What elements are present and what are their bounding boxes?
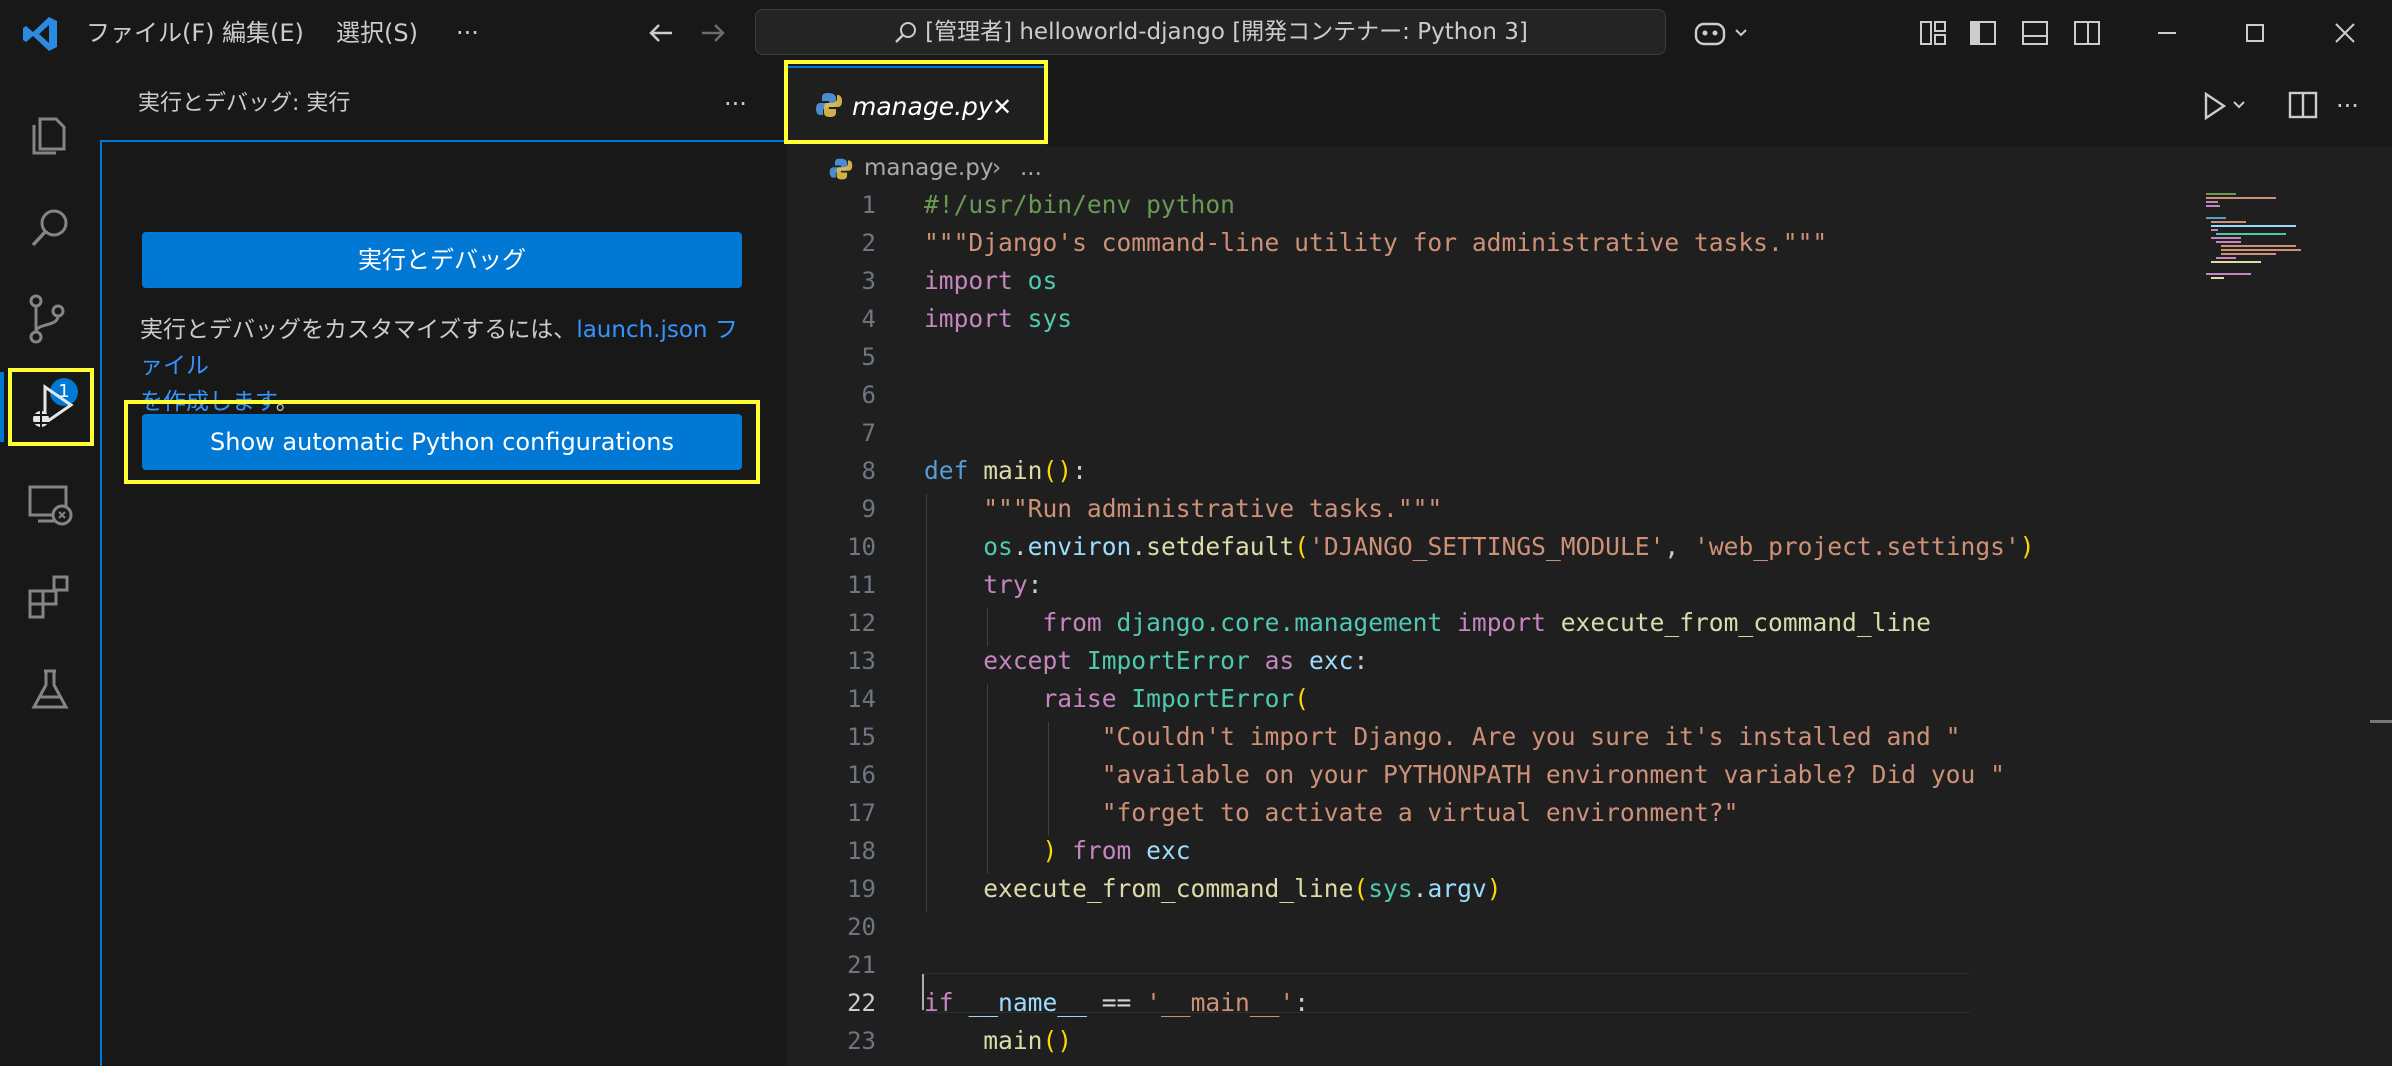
line-number: 23 — [847, 1027, 876, 1055]
vscode-logo-icon — [20, 14, 60, 54]
extensions-icon[interactable] — [0, 552, 100, 642]
show-automatic-python-configurations-button[interactable]: Show automatic Python configurations — [142, 414, 742, 470]
indent-guide — [1048, 722, 1049, 836]
line-number: 12 — [847, 609, 876, 637]
explorer-icon[interactable] — [0, 88, 100, 178]
breadcrumb-file[interactable]: manage.py — [864, 146, 993, 190]
run-and-debug-icon[interactable] — [8, 368, 94, 446]
sidebar-more-button[interactable]: ··· — [724, 66, 747, 142]
line-number: 2 — [861, 229, 876, 257]
run-python-file-icon[interactable] — [2200, 88, 2252, 124]
breadcrumb-more[interactable]: ... — [1020, 146, 1042, 190]
split-editor-icon[interactable] — [2286, 88, 2320, 122]
line-number: 19 — [847, 875, 876, 903]
activity-bar: 1 — [0, 66, 101, 1066]
code-line-15: "available on your PYTHONPATH environmen… — [1101, 760, 2005, 789]
code-line-4: import sys — [924, 304, 1073, 333]
code-line-9: os.environ.setdefault('DJANGO_SETTINGS_M… — [983, 532, 2035, 561]
line-number: 7 — [861, 419, 876, 447]
scrollbar-marker — [2370, 720, 2392, 723]
code-line-2: """Django's command-line utility for adm… — [924, 228, 1828, 257]
testing-icon[interactable] — [0, 644, 100, 734]
source-control-icon[interactable] — [0, 274, 100, 364]
indent-guide — [926, 494, 927, 912]
toggle-panel-icon[interactable] — [2020, 18, 2050, 48]
indent-guide — [987, 684, 988, 874]
run-and-debug-button[interactable]: 実行とデバッグ — [142, 232, 742, 288]
remote-explorer-icon[interactable] — [0, 460, 100, 550]
customize-text: 実行とデバッグをカスタマイズするには、 — [140, 317, 577, 343]
code-line-21: if __name__ == '__main__': — [924, 988, 1310, 1017]
code-line-11: from django.core.management import execu… — [1042, 608, 1931, 637]
line-number: 5 — [861, 343, 876, 371]
back-arrow-icon[interactable] — [644, 16, 678, 50]
code-line-1: #!/usr/bin/env python — [924, 190, 1235, 219]
title-bar: ファイル(F) 編集(E) 選択(S) ··· [管理者] helloworld… — [0, 0, 2392, 66]
line-number: 15 — [847, 723, 876, 751]
line-number: 16 — [847, 761, 876, 789]
line-number: 17 — [847, 799, 876, 827]
editor-tab-bar: manage.py ✕ ··· — [784, 60, 2392, 147]
code-line-3: import os — [924, 266, 1058, 295]
line-number: 20 — [847, 913, 876, 941]
code-line-7: def main(): — [924, 456, 1087, 485]
code-editor[interactable]: 1 2 3 4 5 6 7 8 9 10 11 12 13 14 15 16 17 18 19 20 21 22 23 #!… — [786, 190, 2392, 1066]
code-line-10: try: — [983, 570, 1043, 599]
line-number: 10 — [847, 533, 876, 561]
code-line-18: execute_from_command_line(sys.argv) — [983, 874, 1502, 903]
search-icon[interactable] — [0, 184, 100, 274]
toggle-primary-sidebar-icon[interactable] — [1968, 18, 1998, 48]
forward-arrow-icon[interactable] — [696, 16, 730, 50]
code-line-14: "Couldn't import Django. Are you sure it… — [1101, 722, 1961, 751]
code-line-13: raise ImportError( — [1042, 684, 1310, 713]
code-line-16: "forget to activate a virtual environmen… — [1101, 798, 1739, 827]
menu-edit[interactable]: 編集(E) — [222, 0, 304, 66]
line-number: 11 — [847, 571, 876, 599]
line-number: 6 — [861, 381, 876, 409]
breadcrumb: manage.py › ... — [786, 146, 2392, 190]
editor-more-button[interactable]: ··· — [2336, 66, 2359, 146]
code-line-17: ) from exc — [1042, 836, 1191, 865]
breadcrumb-python-icon — [828, 153, 854, 180]
code-line-8: """Run administrative tasks.""" — [983, 494, 1443, 523]
code-line-22: main() — [983, 1026, 1073, 1055]
menu-selection[interactable]: 選択(S) — [336, 0, 418, 66]
command-center-label: [管理者] helloworld-django [開発コンテナー: Python… — [925, 19, 1528, 45]
run-debug-sidebar: 実行とデバッグ: 実行 ··· 実行とデバッグ 実行とデバッグをカスタマイズする… — [100, 66, 787, 1066]
toggle-secondary-sidebar-icon[interactable] — [2072, 18, 2102, 48]
code-line-12: except ImportError as exc: — [983, 646, 1369, 675]
copilot-icon[interactable] — [1692, 14, 1752, 52]
tab-highlight-box — [784, 60, 1048, 144]
line-number: 13 — [847, 647, 876, 675]
close-window-icon[interactable] — [2330, 18, 2360, 48]
minimize-icon[interactable] — [2152, 18, 2182, 48]
active-indicator — [0, 372, 4, 442]
breadcrumb-separator: › — [992, 155, 1002, 181]
search-icon — [893, 19, 925, 45]
maximize-icon[interactable] — [2240, 18, 2270, 48]
indent-guide — [987, 608, 988, 646]
line-number: 1 — [861, 191, 876, 219]
sidebar-title: 実行とデバッグ: 実行 — [138, 91, 351, 116]
line-number: 18 — [847, 837, 876, 865]
line-number: 14 — [847, 685, 876, 713]
line-number: 22 — [847, 989, 876, 1017]
menu-more[interactable]: ··· — [456, 0, 479, 66]
line-number: 21 — [847, 951, 876, 979]
line-number: 8 — [861, 457, 876, 485]
customize-layout-icon[interactable] — [1918, 18, 1948, 48]
minimap[interactable] — [2196, 190, 2346, 310]
line-number: 4 — [861, 305, 876, 333]
sidebar-content: 実行とデバッグ 実行とデバッグをカスタマイズするには、launch.json フ… — [100, 140, 784, 1066]
command-center[interactable]: [管理者] helloworld-django [開発コンテナー: Python… — [755, 9, 1666, 55]
line-number: 3 — [861, 267, 876, 295]
line-number: 9 — [861, 495, 876, 523]
menu-file[interactable]: ファイル(F) — [86, 0, 215, 66]
